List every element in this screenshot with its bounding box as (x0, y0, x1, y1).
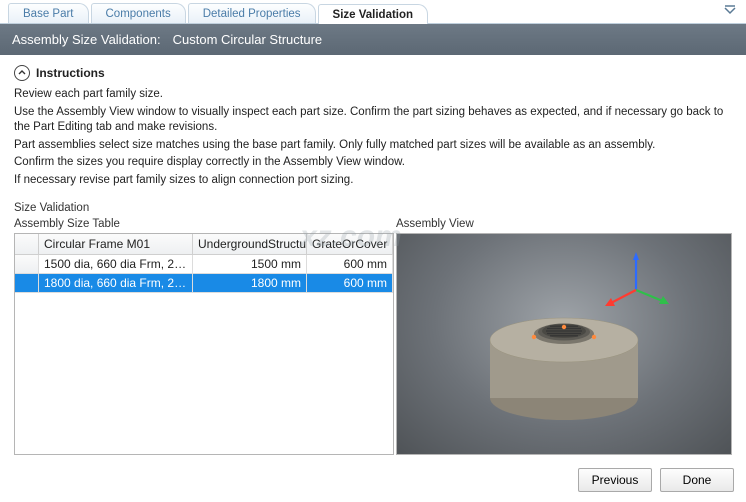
instruction-line: If necessary revise part family sizes to… (14, 173, 732, 189)
header-bar: Assembly Size Validation: Custom Circula… (0, 24, 746, 55)
assembly-size-table-panel: Assembly Size Table Circular Frame M01 U… (14, 216, 394, 455)
done-button[interactable]: Done (660, 468, 734, 492)
assembly-size-table-label: Assembly Size Table (14, 216, 394, 233)
grid-header-cell[interactable]: Circular Frame M01 (39, 234, 193, 255)
assembly-view-label: Assembly View (396, 216, 732, 233)
assembly-3d-viewer[interactable] (396, 233, 732, 455)
grid-header-cell[interactable]: UndergroundStructure (193, 234, 307, 255)
instructions-heading: Instructions (36, 66, 105, 80)
tab-components[interactable]: Components (91, 3, 186, 23)
tab-overflow-button[interactable] (720, 4, 740, 18)
instruction-line: Review each part family size. (14, 87, 732, 103)
grid-header-cell[interactable]: GrateOrCover (307, 234, 393, 255)
instructions-header: Instructions (14, 65, 732, 81)
table-cell: 1500 mm (193, 255, 307, 274)
instruction-line: Use the Assembly View window to visually… (14, 105, 732, 136)
size-validation-label: Size Validation (14, 202, 732, 214)
table-cell: 600 mm (307, 255, 393, 274)
structure-3d-model (479, 292, 649, 432)
header-title: Assembly Size Validation: (12, 32, 161, 47)
tab-detailed-properties[interactable]: Detailed Properties (188, 3, 316, 23)
grid-header-cell[interactable] (15, 234, 39, 255)
table-cell: 1800 dia, 660 dia Frm, 225 FrHt (39, 274, 193, 293)
assembly-size-grid[interactable]: Circular Frame M01 UndergroundStructure … (14, 233, 394, 455)
tab-size-validation[interactable]: Size Validation (318, 4, 429, 24)
tab-strip: Base Part Components Detailed Properties… (0, 0, 746, 24)
table-cell: 1800 mm (193, 274, 307, 293)
content-area: Instructions Review each part family siz… (0, 55, 746, 455)
grid-header: Circular Frame M01 UndergroundStructure … (15, 234, 393, 255)
footer-buttons: Previous Done (578, 468, 734, 492)
tab-base-part[interactable]: Base Part (8, 3, 89, 23)
table-cell: 600 mm (307, 274, 393, 293)
table-row[interactable]: 1800 dia, 660 dia Frm, 225 FrHt 1800 mm … (15, 274, 393, 293)
instruction-line: Confirm the sizes you require display co… (14, 155, 732, 171)
row-header-cell (15, 255, 39, 274)
table-cell: 1500 dia, 660 dia Frm, 225 FrHt (39, 255, 193, 274)
header-subtitle: Custom Circular Structure (173, 32, 323, 47)
assembly-view-panel: Assembly View (396, 216, 732, 455)
instruction-line: Part assemblies select size matches usin… (14, 138, 732, 154)
row-header-cell (15, 274, 39, 293)
collapse-icon[interactable] (14, 65, 30, 81)
table-row[interactable]: 1500 dia, 660 dia Frm, 225 FrHt 1500 mm … (15, 255, 393, 274)
previous-button[interactable]: Previous (578, 468, 652, 492)
